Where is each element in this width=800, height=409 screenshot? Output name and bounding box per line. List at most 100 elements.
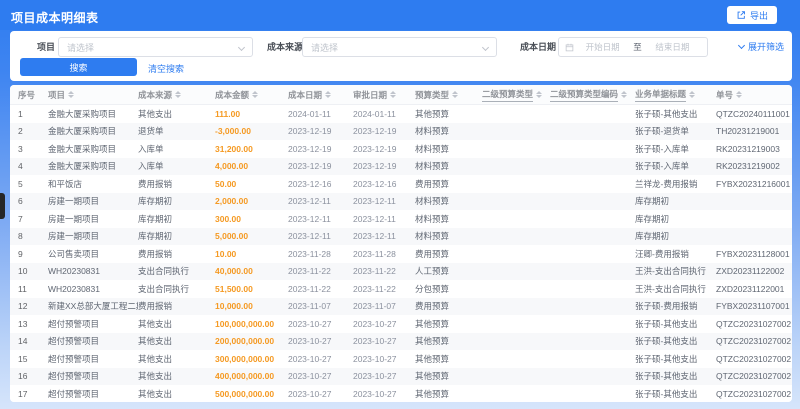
cell-amount: 500,000,000.00 xyxy=(215,388,275,399)
table-row[interactable]: 15 超付预警项目 其他支出 300,000,000.00 2023-10-27… xyxy=(10,350,792,368)
cell-audit-date: 2023-10-27 xyxy=(353,353,397,364)
cost-source-select[interactable]: 请选择 xyxy=(302,37,497,57)
cell-budget-type: 材料预算 xyxy=(415,143,450,154)
cell-source: 其他支出 xyxy=(138,108,173,119)
cell-amount: 111.00 xyxy=(215,108,241,119)
sort-carets-icon[interactable] xyxy=(621,91,628,98)
sort-carets-icon[interactable] xyxy=(536,91,543,98)
column-header[interactable]: 二级预算类型编码 xyxy=(550,88,635,102)
cell-cost-date: 2023-12-16 xyxy=(288,178,332,189)
table-row[interactable]: 13 超付预警项目 其他支出 100,000,000.00 2023-10-27… xyxy=(10,315,792,333)
sort-carets-icon[interactable] xyxy=(736,91,743,98)
cell-source: 其他支出 xyxy=(138,388,173,399)
column-header[interactable]: 预算类型 xyxy=(415,89,482,101)
column-header[interactable]: 项目 xyxy=(48,89,138,101)
table-row[interactable]: 3 金融大厦采购项目 入库单 31,200.00 2023-12-19 2023… xyxy=(10,140,792,158)
cell-cost-date: 2023-12-19 xyxy=(288,143,332,154)
cell-source: 其他支出 xyxy=(138,371,173,382)
cell-audit-date: 2023-10-27 xyxy=(353,388,397,399)
column-header[interactable]: 成本金额 xyxy=(215,89,288,101)
table-row[interactable]: 7 房建一期项目 库存期初 300.00 2023-12-11 2023-12-… xyxy=(10,210,792,228)
cell-doc-title: 张子硕-其他支出 xyxy=(635,371,698,382)
table-row[interactable]: 1 金融大厦采购项目 其他支出 111.00 2024-01-11 2024-0… xyxy=(10,105,792,123)
cell-source: 库存期初 xyxy=(138,231,173,242)
table-row[interactable]: 12 新建XX总部大厦工程二期 费用报销 10,000.00 2023-11-0… xyxy=(10,297,792,315)
sort-carets-icon[interactable] xyxy=(68,91,75,98)
expand-filters-link[interactable]: 展开筛选 xyxy=(737,40,784,53)
table-header-row: 序号 项目 成本来源 成本金额 成本日期 审批日期 预算类型 二级预算类型 二级… xyxy=(10,85,792,105)
cell-doc-title: 兰祥龙-费用报销 xyxy=(635,178,698,189)
sort-carets-icon[interactable] xyxy=(175,91,182,98)
sort-carets-icon[interactable] xyxy=(252,91,259,98)
cell-doc-title: 张子硕-退货单 xyxy=(635,126,689,137)
column-header[interactable]: 二级预算类型 xyxy=(482,88,550,102)
cell-source: 其他支出 xyxy=(138,353,173,364)
cell-project: 超付预警项目 xyxy=(48,353,100,364)
table-row[interactable]: 17 超付预警项目 其他支出 500,000,000.00 2023-10-27… xyxy=(10,385,792,402)
sort-carets-icon[interactable] xyxy=(390,91,397,98)
table-row[interactable]: 4 金融大厦采购项目 入库单 4,000.00 2023-12-19 2023-… xyxy=(10,157,792,175)
cell-audit-date: 2024-01-11 xyxy=(353,108,396,119)
cell-budget-type: 其他预算 xyxy=(415,318,450,329)
clear-search-link[interactable]: 清空搜索 xyxy=(148,62,184,75)
cell-amount: 10.00 xyxy=(215,248,237,259)
column-header-label: 成本日期 xyxy=(288,89,323,100)
table-body: 1 金融大厦采购项目 其他支出 111.00 2024-01-11 2024-0… xyxy=(10,105,792,402)
table-row[interactable]: 16 超付预警项目 其他支出 400,000,000.00 2023-10-27… xyxy=(10,367,792,385)
sort-carets-icon[interactable] xyxy=(452,91,459,98)
cell-doc-title: 王洪-支出合同执行 xyxy=(635,266,706,277)
cell-source: 退货单 xyxy=(138,126,164,137)
drawer-handle[interactable] xyxy=(0,193,5,219)
search-button[interactable]: 搜索 xyxy=(20,58,137,76)
cell-doc-no: ZXD20231122001 xyxy=(716,283,785,294)
cell-source: 费用报销 xyxy=(138,301,173,312)
cell-no: 10 xyxy=(18,266,28,277)
project-select-placeholder: 请选择 xyxy=(67,42,95,53)
cell-amount: 300.00 xyxy=(215,213,241,224)
sort-carets-icon[interactable] xyxy=(325,91,332,98)
start-date-placeholder: 开始日期 xyxy=(585,42,620,52)
cell-audit-date: 2023-12-16 xyxy=(353,178,397,189)
column-header-label: 预算类型 xyxy=(415,89,450,100)
cell-amount: -3,000.00 xyxy=(215,126,251,137)
cell-amount: 50.00 xyxy=(215,178,237,189)
cell-doc-no: QTZC20240111001 xyxy=(716,108,790,119)
table-row[interactable]: 6 房建一期项目 库存期初 2,000.00 2023-12-11 2023-1… xyxy=(10,192,792,210)
table-row[interactable]: 11 WH20230831 支出合同执行 51,500.00 2023-11-2… xyxy=(10,280,792,298)
column-header-label: 成本金额 xyxy=(215,89,250,100)
column-header[interactable]: 成本来源 xyxy=(138,89,215,101)
cell-doc-title: 张子硕-费用报销 xyxy=(635,301,698,312)
table-row[interactable]: 2 金融大厦采购项目 退货单 -3,000.00 2023-12-19 2023… xyxy=(10,122,792,140)
cell-budget-type: 其他预算 xyxy=(415,388,450,399)
cost-source-filter-label: 成本来源 xyxy=(267,42,304,52)
cost-date-range-input[interactable]: 开始日期 至 结束日期 xyxy=(558,37,708,57)
table-row[interactable]: 5 和平饭店 费用报销 50.00 2023-12-16 2023-12-16 … xyxy=(10,175,792,193)
sort-carets-icon[interactable] xyxy=(689,91,696,98)
cell-project: 房建一期项目 xyxy=(48,196,100,207)
cell-amount: 2,000.00 xyxy=(215,196,249,207)
table-row[interactable]: 9 公司售卖项目 费用报销 10.00 2023-11-28 2023-11-2… xyxy=(10,245,792,263)
cell-no: 7 xyxy=(18,213,23,224)
column-header[interactable]: 审批日期 xyxy=(353,89,415,101)
cell-project: 超付预警项目 xyxy=(48,318,100,329)
project-select[interactable]: 请选择 xyxy=(58,37,253,57)
table-row[interactable]: 14 超付预警项目 其他支出 200,000,000.00 2023-10-27… xyxy=(10,332,792,350)
export-button[interactable]: 导出 xyxy=(726,6,777,24)
end-date-placeholder: 结束日期 xyxy=(655,42,690,52)
cell-cost-date: 2023-10-27 xyxy=(288,388,332,399)
cell-no: 12 xyxy=(18,301,28,312)
cell-doc-no: QTZC20231027002 xyxy=(716,353,792,364)
column-header[interactable]: 单号 xyxy=(716,89,792,101)
cell-project: 金融大厦采购项目 xyxy=(48,108,117,119)
cell-audit-date: 2023-12-19 xyxy=(353,143,397,154)
chevron-down-icon xyxy=(737,41,746,50)
cell-doc-title: 张子硕-其他支出 xyxy=(635,108,698,119)
cell-project: WH20230831 xyxy=(48,283,100,294)
column-header[interactable]: 成本日期 xyxy=(288,89,353,101)
cell-source: 库存期初 xyxy=(138,213,173,224)
cell-audit-date: 2023-11-07 xyxy=(353,301,396,312)
column-header[interactable]: 业务单据标题 xyxy=(635,88,716,102)
table-row[interactable]: 8 房建一期项目 库存期初 5,000.00 2023-12-11 2023-1… xyxy=(10,227,792,245)
table-row[interactable]: 10 WH20230831 支出合同执行 40,000.00 2023-11-2… xyxy=(10,262,792,280)
cell-amount: 400,000,000.00 xyxy=(215,371,275,382)
